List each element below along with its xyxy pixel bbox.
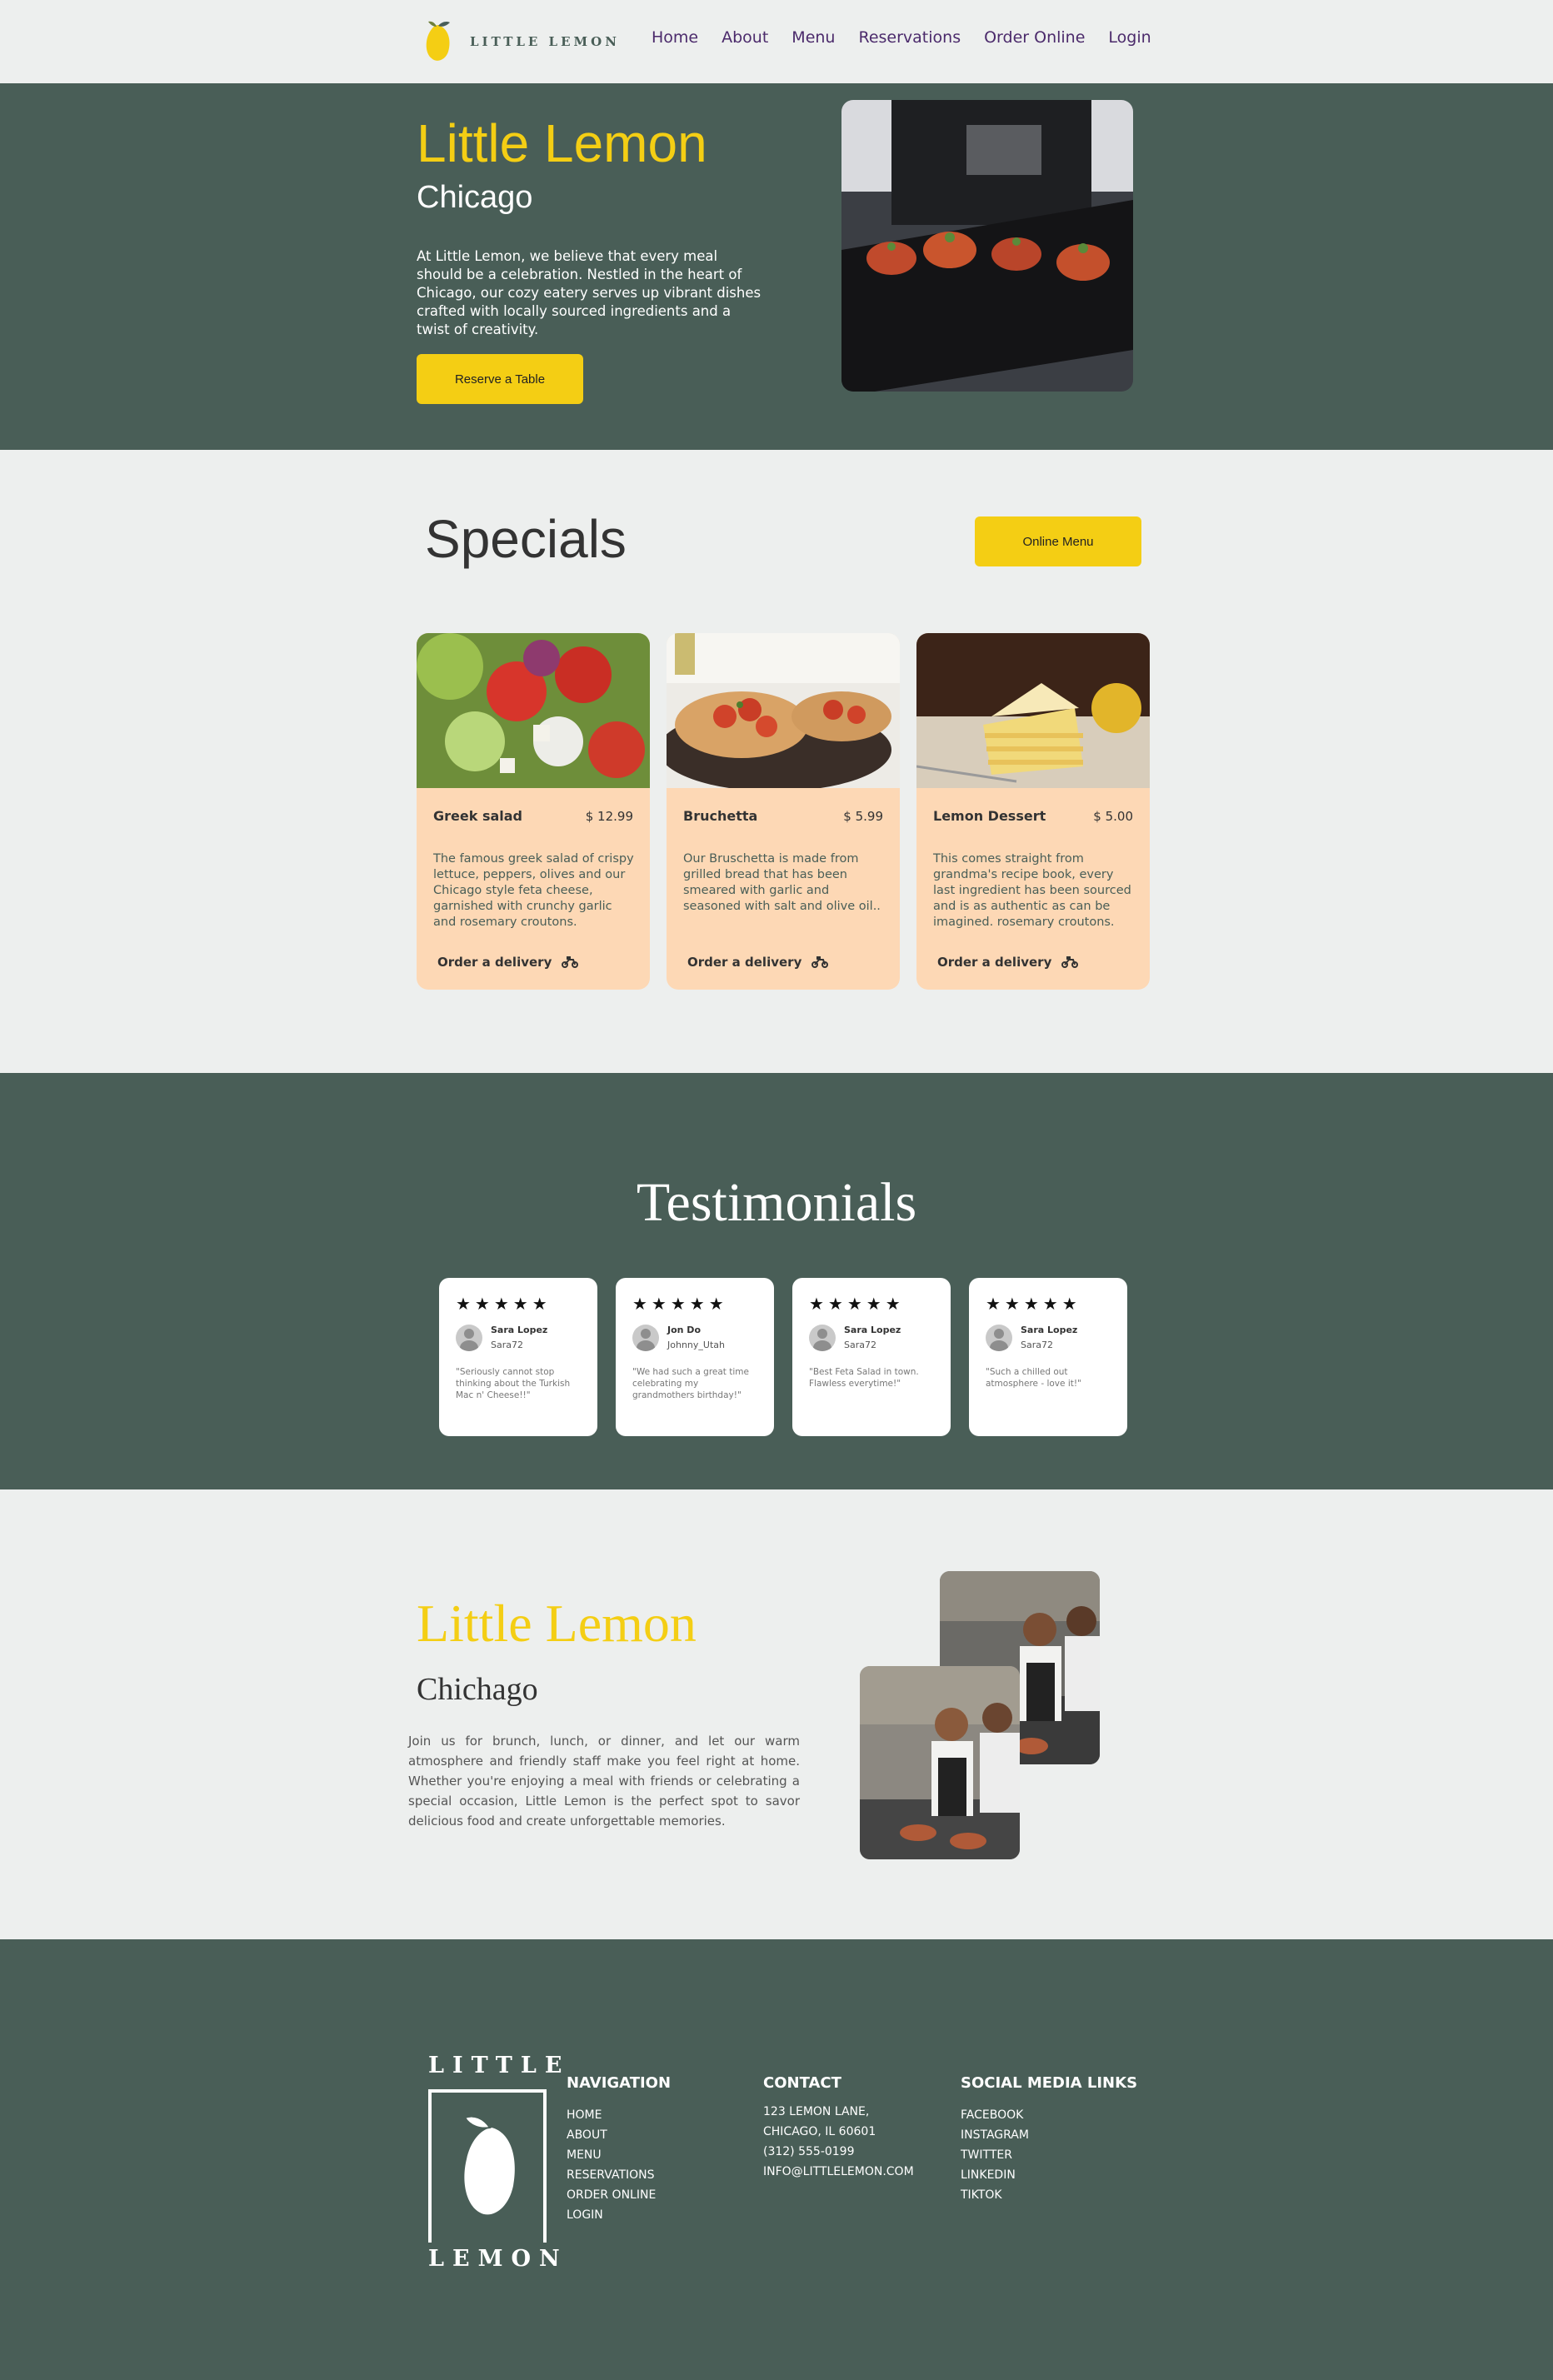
contact-phone[interactable]: (312) 555-0199	[763, 2142, 914, 2162]
review-quote: "Such a chilled out atmosphere - love it…	[986, 1367, 1081, 1389]
order-delivery-label: Order a delivery	[437, 955, 552, 970]
footer-nav-heading: NAVIGATION	[567, 2074, 672, 2092]
top-nav: LITTLE LEMON Home About Menu Reservation…	[0, 0, 1553, 83]
about-title: Little Lemon	[417, 1594, 697, 1653]
user-avatar-icon	[456, 1325, 482, 1351]
order-delivery-link[interactable]: Order a delivery	[687, 955, 829, 970]
contact-address-line-2: CHICAGO, IL 60601	[763, 2125, 876, 2138]
reviewer-name: Sara Lopez	[1021, 1325, 1078, 1335]
footer-link-about[interactable]: ABOUT	[567, 2125, 671, 2145]
specials-title: Specials	[425, 509, 627, 569]
nav-link-about[interactable]: About	[722, 28, 768, 47]
online-menu-button[interactable]: Online Menu	[975, 516, 1141, 566]
reviewer-handle: Sara72	[1021, 1340, 1053, 1350]
testimonial-card: ★★★★★ Sara Lopez Sara72 "Seriously canno…	[439, 1278, 597, 1436]
special-description: Our Bruschetta is made from grilled brea…	[683, 852, 881, 913]
footer-social-heading: SOCIAL MEDIA LINKS	[961, 2074, 1138, 2092]
hero-subtitle: Chicago	[417, 180, 533, 215]
special-description: The famous greek salad of crispy lettuce…	[433, 852, 634, 929]
special-name: Bruchetta	[683, 808, 758, 824]
hero-food-image	[841, 100, 1133, 392]
order-delivery-link[interactable]: Order a delivery	[437, 955, 579, 970]
special-description: This comes straight from grandma's recip…	[933, 852, 1131, 929]
site-footer: LITTLE LEMON NAVIGATION HOME ABOUT MENU …	[0, 1939, 1553, 2380]
nav-link-order-online[interactable]: Order Online	[984, 28, 1085, 47]
nav-link-menu[interactable]: Menu	[791, 28, 835, 47]
order-delivery-label: Order a delivery	[937, 955, 1052, 970]
footer-logo-top-text: LITTLE	[428, 2053, 571, 2078]
footer-social: SOCIAL MEDIA LINKS FACEBOOK INSTAGRAM TW…	[961, 2074, 1137, 2205]
footer-navigation: NAVIGATION HOME ABOUT MENU RESERVATIONS …	[567, 2074, 671, 2225]
footer-contact: CONTACT 123 LEMON LANE, CHICAGO, IL 6060…	[763, 2074, 914, 2182]
social-link-linkedin[interactable]: LINKEDIN	[961, 2165, 1137, 2185]
testimonial-card: ★★★★★ Sara Lopez Sara72 "Such a chilled …	[969, 1278, 1127, 1436]
nav-link-login[interactable]: Login	[1108, 28, 1151, 47]
footer-contact-heading: CONTACT	[763, 2074, 841, 2092]
star-rating: ★★★★★	[632, 1295, 728, 1314]
testimonials-title: Testimonials	[636, 1172, 917, 1233]
user-avatar-icon	[632, 1325, 659, 1351]
order-delivery-link[interactable]: Order a delivery	[937, 955, 1079, 970]
lemon-dessert-image	[916, 633, 1150, 788]
hero-title: Little Lemon	[417, 113, 707, 173]
special-name: Greek salad	[433, 808, 522, 824]
footer-link-reservations[interactable]: RESERVATIONS	[567, 2165, 671, 2185]
delivery-bike-icon	[1061, 956, 1079, 968]
lemon-icon	[463, 2115, 515, 2215]
order-delivery-label: Order a delivery	[687, 955, 802, 970]
reviewer-name: Sara Lopez	[844, 1325, 901, 1335]
site-logo[interactable]: LITTLE LEMON	[423, 18, 620, 65]
logo-text: LITTLE LEMON	[470, 34, 620, 49]
social-link-facebook[interactable]: FACEBOOK	[961, 2105, 1137, 2125]
contact-address-line-1: 123 LEMON LANE,	[763, 2105, 870, 2118]
hero-section: Little Lemon Chicago At Little Lemon, we…	[0, 83, 1553, 450]
star-rating: ★★★★★	[809, 1295, 905, 1314]
reviewer-name: Jon Do	[667, 1325, 701, 1335]
greek-salad-image	[417, 633, 650, 788]
testimonials-section: Testimonials ★★★★★ Sara Lopez Sara72 "Se…	[0, 1073, 1553, 1489]
star-rating: ★★★★★	[986, 1295, 1081, 1314]
lemon-icon	[423, 20, 453, 63]
reviewer-handle: Johnny_Utah	[667, 1340, 725, 1350]
social-link-instagram[interactable]: INSTAGRAM	[961, 2125, 1137, 2145]
user-avatar-icon	[809, 1325, 836, 1351]
chefs-image-front	[860, 1666, 1020, 1859]
bruchetta-image	[667, 633, 900, 791]
reviewer-handle: Sara72	[491, 1340, 523, 1350]
user-avatar-icon	[986, 1325, 1012, 1351]
footer-link-login[interactable]: LOGIN	[567, 2205, 671, 2225]
reviewer-handle: Sara72	[844, 1340, 876, 1350]
delivery-bike-icon	[562, 956, 579, 968]
hero-description: At Little Lemon, we believe that every m…	[417, 248, 762, 337]
testimonial-card: ★★★★★ Sara Lopez Sara72 "Best Feta Salad…	[792, 1278, 951, 1436]
special-price: $ 12.99	[585, 809, 633, 824]
special-card-lemon-dessert[interactable]: Lemon Dessert $ 5.00 This comes straight…	[916, 633, 1150, 990]
footer-link-menu[interactable]: MENU	[567, 2145, 671, 2165]
review-quote: "Best Feta Salad in town. Flawless every…	[809, 1367, 919, 1389]
delivery-bike-icon	[811, 956, 829, 968]
special-card-bruchetta[interactable]: Bruchetta $ 5.99 Our Bruschetta is made …	[667, 633, 900, 990]
nav-link-home[interactable]: Home	[652, 28, 698, 47]
review-quote: "We had such a great time celebrating my…	[632, 1367, 749, 1400]
footer-logo-bottom-text: LEMON	[428, 2243, 573, 2272]
testimonial-card: ★★★★★ Jon Do Johnny_Utah "We had such a …	[616, 1278, 774, 1436]
special-price: $ 5.00	[1093, 809, 1133, 824]
special-price: $ 5.99	[843, 809, 883, 824]
contact-email[interactable]: INFO@LITTLELEMON.COM	[763, 2162, 914, 2182]
review-quote: "Seriously cannot stop thinking about th…	[456, 1367, 571, 1400]
footer-link-order-online[interactable]: ORDER ONLINE	[567, 2185, 671, 2205]
special-card-greek-salad[interactable]: Greek salad $ 12.99 The famous greek sal…	[417, 633, 650, 990]
social-link-twitter[interactable]: TWITTER	[961, 2145, 1137, 2165]
special-name: Lemon Dessert	[933, 808, 1046, 824]
about-subtitle: Chichago	[417, 1672, 538, 1707]
nav-links: Home About Menu Reservations Order Onlin…	[652, 28, 1151, 47]
about-text: Join us for brunch, lunch, or dinner, an…	[408, 1734, 800, 1829]
reserve-table-button[interactable]: Reserve a Table	[417, 354, 583, 404]
footer-link-home[interactable]: HOME	[567, 2105, 671, 2125]
reviewer-name: Sara Lopez	[491, 1325, 548, 1335]
star-rating: ★★★★★	[456, 1295, 552, 1314]
social-link-tiktok[interactable]: TIKTOK	[961, 2185, 1137, 2205]
nav-link-reservations[interactable]: Reservations	[858, 28, 961, 47]
